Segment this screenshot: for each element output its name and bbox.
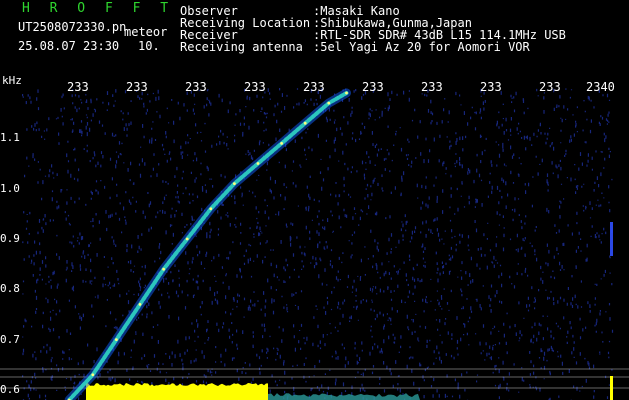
y-tick-label: 0.8 bbox=[0, 282, 20, 296]
y-tick-label: 1.0 bbox=[0, 181, 20, 195]
x-tick-label: 233 bbox=[185, 80, 207, 94]
trace-point-12 bbox=[345, 91, 348, 95]
x-tick-label: 233 bbox=[421, 80, 443, 94]
x-tick-label: 233 bbox=[67, 80, 89, 94]
trace-point-9 bbox=[280, 142, 283, 145]
trace-point-3 bbox=[138, 303, 142, 306]
y-tick-label: 0.9 bbox=[0, 231, 20, 245]
y-axis-label: kHz bbox=[2, 74, 22, 87]
trace-point-8 bbox=[256, 162, 260, 165]
x-tick-label: 233 bbox=[539, 80, 561, 94]
trace-point-1 bbox=[91, 373, 95, 377]
x-tick-label: 233 bbox=[362, 80, 384, 94]
signal-spike-right bbox=[610, 376, 613, 400]
x-tick-label: 233 bbox=[244, 80, 266, 94]
x-tick-label: 233 bbox=[126, 80, 148, 94]
x-tick-label: 2340 bbox=[586, 80, 615, 94]
y-tick-label: 0.7 bbox=[0, 332, 20, 346]
y-tick-label: 0.6 bbox=[0, 382, 20, 396]
x-tick-label: 233 bbox=[480, 80, 502, 94]
trace-point-6 bbox=[209, 207, 213, 211]
x-tick-label: 233 bbox=[303, 80, 325, 94]
trace-point-2 bbox=[115, 338, 118, 341]
signal-strength-bar bbox=[86, 383, 268, 400]
trace-point-10 bbox=[303, 121, 307, 125]
trace-point-5 bbox=[185, 237, 189, 241]
trace-point-4 bbox=[162, 267, 166, 271]
trace-point-11 bbox=[327, 101, 331, 105]
spectrogram-plot bbox=[0, 88, 629, 400]
signal-strength-tail bbox=[268, 393, 420, 400]
y-tick-label: 1.1 bbox=[0, 131, 20, 145]
trace-point-7 bbox=[233, 182, 236, 186]
echo-right-edge bbox=[610, 222, 613, 256]
